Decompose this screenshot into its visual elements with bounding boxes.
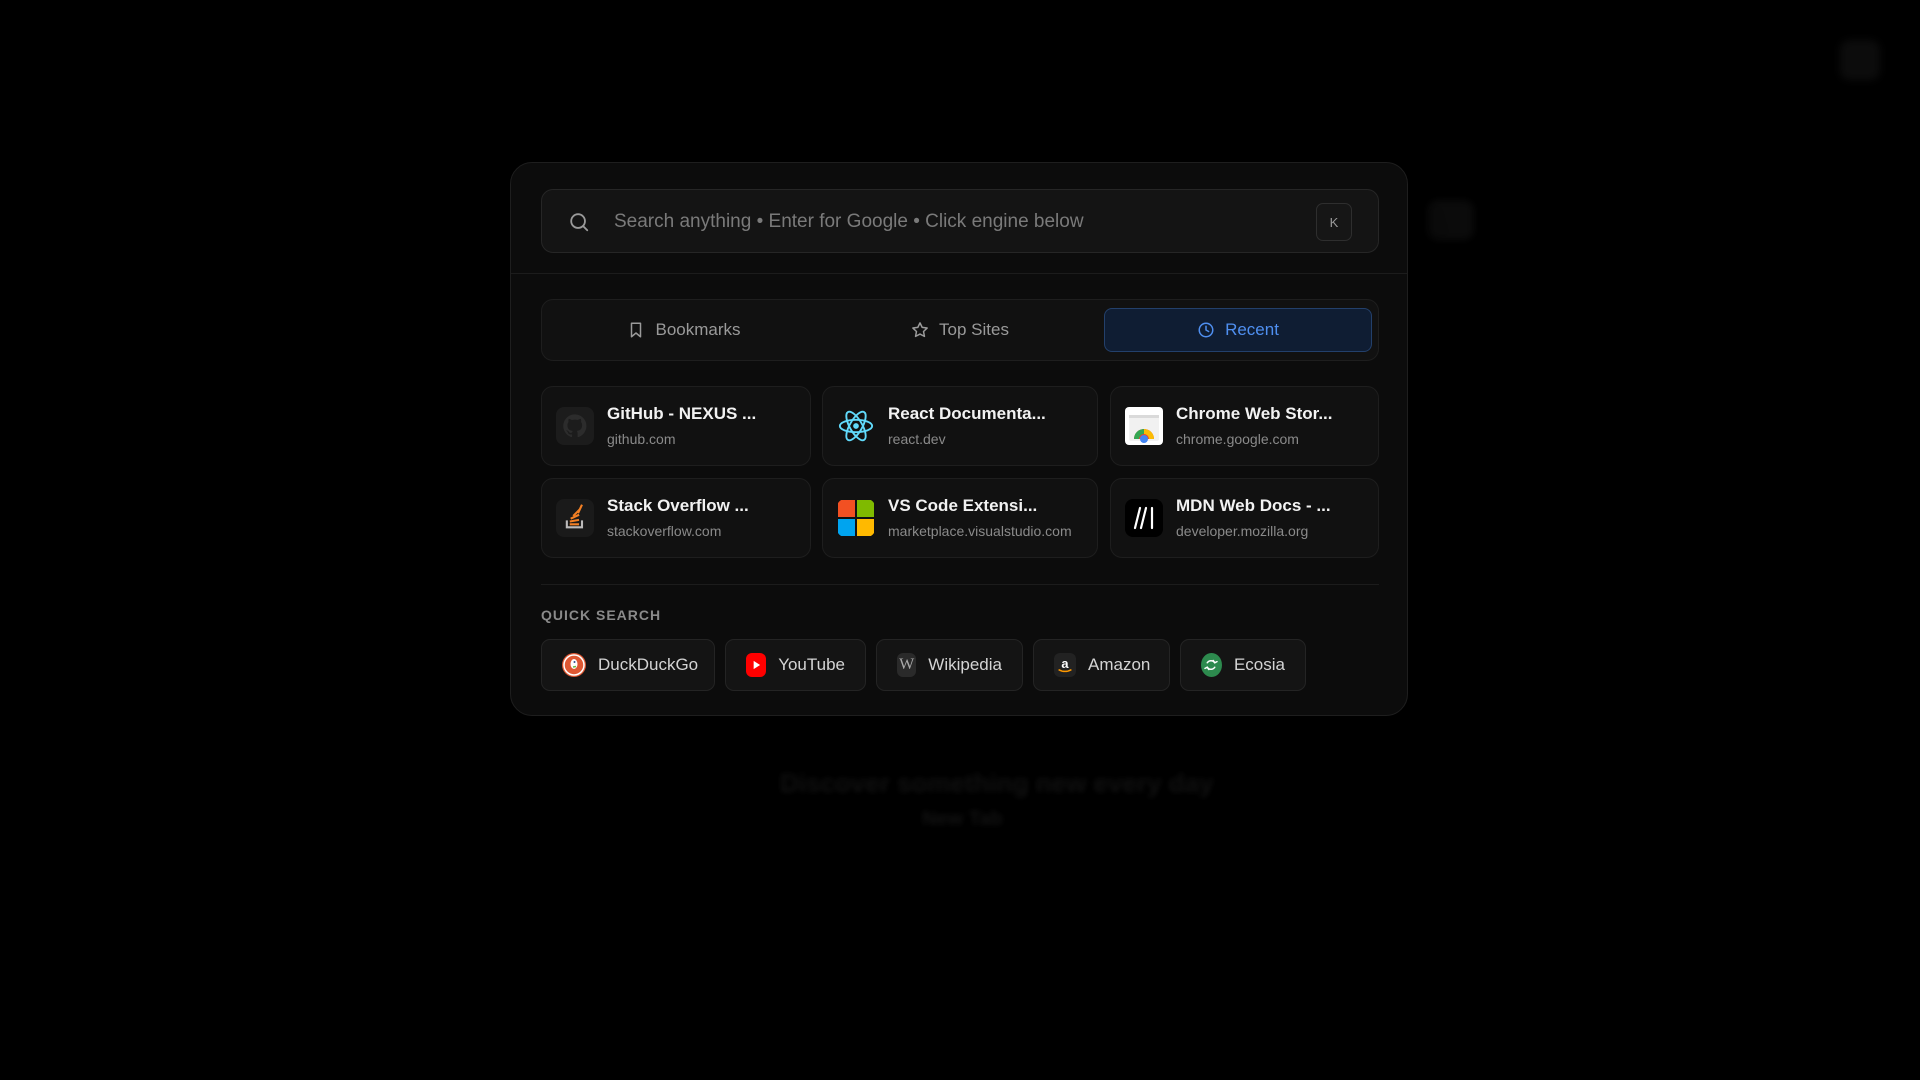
command-palette: K Bookmarks Top Sites Recent Gi bbox=[510, 162, 1408, 716]
engine-label: Wikipedia bbox=[928, 655, 1002, 674]
tab-top-sites[interactable]: Top Sites bbox=[826, 308, 1094, 352]
recent-site-card[interactable]: VS Code Extensi... marketplace.visualstu… bbox=[822, 478, 1098, 558]
youtube-icon bbox=[746, 653, 767, 677]
chrome-web-store-icon bbox=[1125, 407, 1163, 445]
site-title: MDN Web Docs - ... bbox=[1176, 496, 1331, 515]
star-icon bbox=[912, 322, 928, 338]
react-icon bbox=[837, 407, 875, 445]
engine-label: Amazon bbox=[1088, 655, 1151, 674]
section-divider bbox=[541, 584, 1379, 585]
tab-bar: Bookmarks Top Sites Recent bbox=[541, 299, 1379, 361]
site-title: VS Code Extensi... bbox=[888, 496, 1038, 515]
github-icon bbox=[556, 407, 594, 445]
engine-youtube-button[interactable]: YouTube bbox=[725, 639, 866, 691]
search-box[interactable]: K bbox=[541, 189, 1379, 253]
background-tagline: Discover something new every day bbox=[780, 768, 1214, 798]
tab-bookmarks[interactable]: Bookmarks bbox=[550, 308, 818, 352]
background-badge bbox=[1428, 200, 1474, 240]
wikipedia-icon: W bbox=[897, 653, 917, 677]
site-domain: stackoverflow.com bbox=[607, 523, 722, 539]
engine-duckduckgo-button[interactable]: DuckDuckGo bbox=[541, 639, 715, 691]
svg-text:a: a bbox=[1061, 656, 1069, 671]
site-domain: chrome.google.com bbox=[1176, 431, 1299, 447]
site-title: GitHub - NEXUS ... bbox=[607, 404, 757, 423]
engine-label: YouTube bbox=[778, 655, 845, 674]
site-domain: github.com bbox=[607, 431, 676, 447]
quick-search-label: QUICK SEARCH bbox=[541, 607, 662, 623]
microsoft-icon bbox=[837, 499, 875, 537]
recent-site-card[interactable]: React Documenta... react.dev bbox=[822, 386, 1098, 466]
recent-site-card[interactable]: Chrome Web Stor... chrome.google.com bbox=[1110, 386, 1379, 466]
mdn-icon bbox=[1125, 499, 1163, 537]
engine-amazon-button[interactable]: a Amazon bbox=[1033, 639, 1170, 691]
site-domain: react.dev bbox=[888, 431, 946, 447]
recent-site-card[interactable]: Stack Overflow ... stackoverflow.com bbox=[541, 478, 811, 558]
recent-site-card[interactable]: MDN Web Docs - ... developer.mozilla.org bbox=[1110, 478, 1379, 558]
site-title: Chrome Web Stor... bbox=[1176, 404, 1333, 423]
duckduckgo-icon bbox=[562, 653, 586, 677]
bookmark-icon bbox=[631, 322, 642, 338]
background-subtitle: New Tab bbox=[922, 808, 1003, 830]
site-domain: marketplace.visualstudio.com bbox=[888, 523, 1072, 539]
settings-icon[interactable] bbox=[1840, 40, 1880, 80]
engine-label: DuckDuckGo bbox=[598, 655, 699, 674]
stackoverflow-icon bbox=[556, 499, 594, 537]
recent-site-card[interactable]: GitHub - NEXUS ... github.com bbox=[541, 386, 811, 466]
site-domain: developer.mozilla.org bbox=[1176, 523, 1309, 539]
tab-label: Bookmarks bbox=[655, 320, 741, 339]
engine-label: Ecosia bbox=[1233, 655, 1285, 674]
engine-ecosia-button[interactable]: Ecosia bbox=[1180, 639, 1306, 691]
site-title: Stack Overflow ... bbox=[607, 496, 749, 515]
amazon-icon: a bbox=[1054, 653, 1076, 677]
tab-label: Recent bbox=[1225, 320, 1279, 339]
clock-icon bbox=[1198, 322, 1214, 338]
site-title: React Documenta... bbox=[888, 404, 1046, 423]
tab-recent[interactable]: Recent bbox=[1104, 308, 1372, 352]
engine-wikipedia-button[interactable]: W Wikipedia bbox=[876, 639, 1023, 691]
search-icon bbox=[570, 213, 589, 232]
search-input[interactable] bbox=[612, 202, 1296, 242]
shortcut-key-badge: K bbox=[1316, 203, 1352, 241]
ecosia-icon bbox=[1201, 653, 1222, 677]
tab-label: Top Sites bbox=[939, 320, 1009, 339]
search-section: K bbox=[511, 163, 1407, 274]
